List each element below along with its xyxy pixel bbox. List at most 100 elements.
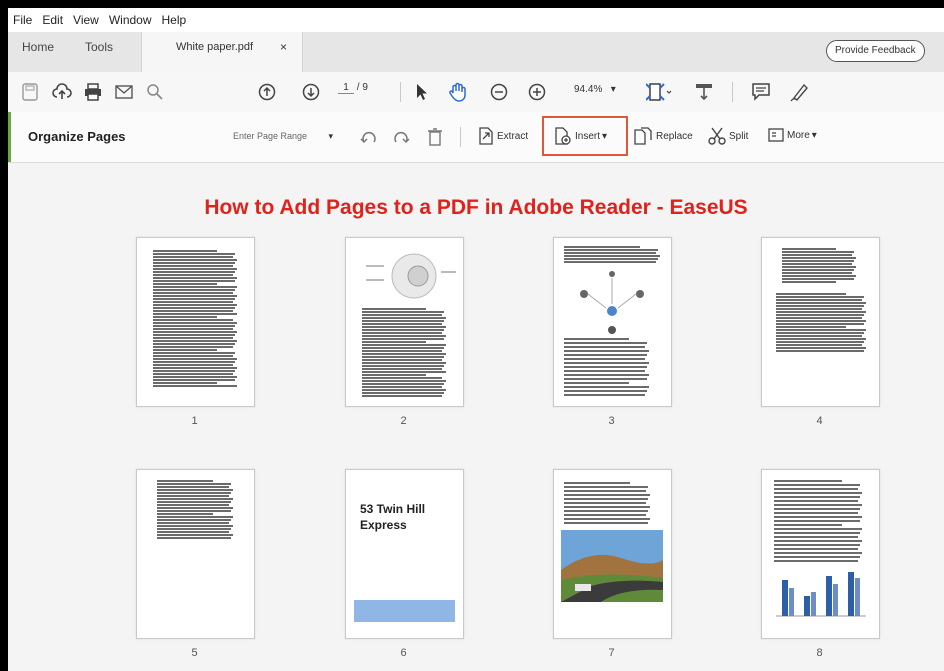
text-line — [362, 347, 444, 349]
search-icon[interactable] — [146, 82, 164, 102]
zoom-level-dropdown[interactable]: 94.4% ▾ — [574, 84, 616, 95]
page-thumbnail-2[interactable] — [345, 237, 464, 407]
replace-button[interactable]: Replace — [633, 127, 693, 145]
text-line — [153, 289, 235, 291]
text-line — [774, 536, 858, 538]
page-thumbnail-4[interactable] — [761, 237, 880, 407]
text-line — [564, 252, 656, 254]
text-line — [157, 501, 231, 503]
current-page-value[interactable]: 1 — [338, 82, 354, 94]
page-fit-icon[interactable] — [646, 82, 672, 102]
select-cursor-icon[interactable] — [416, 82, 428, 102]
text-line — [157, 522, 229, 524]
text-line — [153, 343, 235, 345]
menu-bar: File Edit View Window Help — [8, 8, 944, 32]
replace-icon — [634, 127, 652, 145]
menu-window[interactable]: Window — [109, 13, 152, 27]
text-line — [774, 540, 862, 542]
hand-tool-icon[interactable] — [448, 82, 468, 102]
page-thumbnail-8[interactable] — [761, 469, 880, 639]
text-line — [774, 520, 860, 522]
text-line — [774, 552, 862, 554]
page-thumbnail-7[interactable] — [553, 469, 672, 639]
text-line — [774, 560, 858, 562]
text-line — [362, 326, 446, 328]
text-line — [564, 518, 650, 520]
zoom-out-icon[interactable] — [490, 82, 508, 102]
page-number-label: 1 — [191, 415, 198, 427]
page-thumbnail-1[interactable] — [136, 237, 255, 407]
text-line — [782, 263, 852, 265]
close-tab-icon[interactable]: × — [280, 40, 287, 54]
chevron-down-icon: ▾ — [602, 130, 608, 142]
text-line — [153, 364, 233, 366]
comment-icon[interactable] — [752, 82, 770, 102]
page-number-label: 8 — [816, 647, 823, 659]
tab-home[interactable]: Home — [22, 40, 54, 54]
page-range-dropdown[interactable]: Enter Page Range ▾ — [233, 126, 333, 146]
extract-label: Extract — [497, 130, 529, 142]
text-line — [157, 534, 233, 536]
rotate-counterclockwise-icon[interactable] — [360, 127, 378, 147]
email-icon[interactable] — [115, 82, 133, 102]
rotate-clockwise-icon[interactable] — [392, 127, 410, 147]
text-line — [153, 310, 233, 312]
text-line — [564, 490, 646, 492]
tab-document[interactable]: White paper.pdf × — [141, 32, 303, 72]
menu-file[interactable]: File — [13, 13, 32, 27]
text-line — [153, 319, 233, 321]
text-line — [362, 344, 446, 346]
provide-feedback-button[interactable]: Provide Feedback — [826, 40, 925, 62]
text-line — [564, 494, 650, 496]
tab-tools[interactable]: Tools — [85, 40, 113, 54]
previous-page-icon[interactable] — [258, 82, 276, 102]
menu-edit[interactable]: Edit — [42, 13, 63, 27]
text-line — [157, 510, 231, 512]
text-line — [153, 328, 233, 330]
save-icon[interactable] — [22, 82, 38, 102]
page-number-label: 3 — [608, 415, 615, 427]
text-line — [153, 280, 235, 282]
next-page-icon[interactable] — [302, 82, 320, 102]
menu-view[interactable]: View — [73, 13, 99, 27]
text-line — [362, 332, 442, 334]
app-window: File Edit View Window Help Home Tools Wh… — [8, 8, 944, 671]
text-line — [153, 307, 235, 309]
print-icon[interactable] — [84, 82, 102, 102]
text-line — [564, 382, 629, 384]
zoom-in-icon[interactable] — [528, 82, 546, 102]
diagram-graphic — [366, 253, 456, 299]
text-line — [153, 295, 237, 297]
more-button[interactable]: More ▾ — [768, 127, 817, 143]
text-line — [564, 514, 646, 516]
text-line — [362, 329, 444, 331]
page-thumbnail-6[interactable]: 53 Twin Hill Express — [345, 469, 464, 639]
split-button[interactable]: Split — [708, 127, 748, 145]
pen-sign-icon[interactable] — [790, 82, 810, 102]
read-mode-icon[interactable] — [694, 82, 714, 102]
text-line — [153, 313, 237, 315]
text-line — [774, 556, 860, 558]
text-line — [153, 373, 233, 375]
text-line — [776, 308, 862, 310]
text-line — [153, 334, 235, 336]
text-line — [564, 522, 648, 524]
split-label: Split — [729, 130, 749, 142]
trash-icon[interactable] — [428, 127, 442, 147]
page-thumbnail-5[interactable] — [136, 469, 255, 639]
text-line — [157, 480, 213, 482]
text-line — [774, 532, 860, 534]
menu-help[interactable]: Help — [162, 13, 187, 27]
text-line — [362, 335, 446, 337]
insert-button[interactable]: Insert ▾ — [554, 127, 607, 145]
page-number-field[interactable]: 1 / 9 — [338, 82, 368, 94]
scissors-icon — [708, 127, 726, 145]
tab-bar: Home Tools White paper.pdf × Provide Fee… — [8, 32, 944, 73]
text-line — [776, 326, 846, 328]
cloud-upload-icon[interactable] — [52, 82, 72, 102]
text-line — [153, 286, 237, 288]
extract-button[interactable]: Extract — [478, 127, 528, 145]
text-line — [362, 341, 426, 343]
page-thumbnail-3[interactable] — [553, 237, 672, 407]
text-line — [564, 342, 647, 344]
